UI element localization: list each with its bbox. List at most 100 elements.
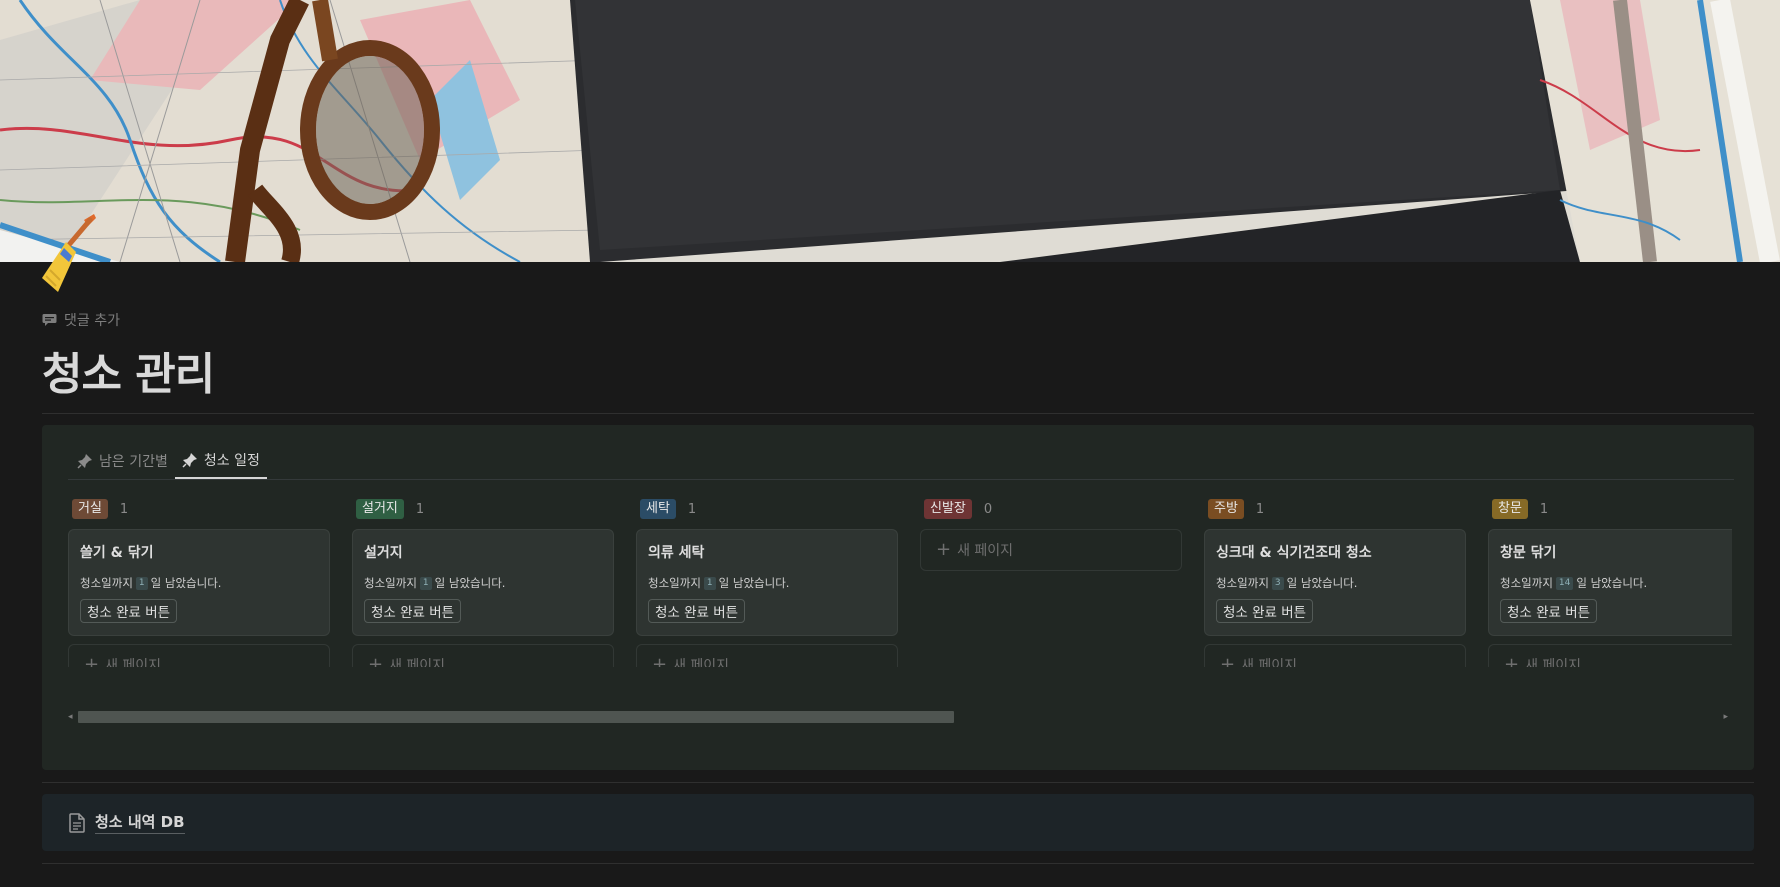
board-view: 남은 기간별 청소 일정 거실 1 쓸기 & 닦기 청소일까지 1 일 남았습니… [42, 425, 1754, 770]
tab-label: 청소 일정 [203, 453, 260, 469]
column-count: 1 [1255, 501, 1265, 517]
add-comment-label: 댓글 추가 [64, 313, 120, 329]
column-tag: 세탁 [640, 499, 676, 519]
plus-icon: + [368, 654, 384, 668]
complete-cleaning-button[interactable]: 청소 완료 버튼 [364, 599, 462, 623]
new-page-label: 새 페이지 [957, 543, 1014, 559]
tab-label: 남은 기간별 [99, 454, 168, 470]
comment-icon [42, 314, 57, 326]
desc-prefix: 청소일까지 [1500, 576, 1553, 590]
scrollbar-thumb[interactable] [78, 711, 954, 723]
new-page-button[interactable]: + 새 페이지 [636, 644, 898, 667]
scroll-left-arrow-icon[interactable]: ◂ [68, 710, 73, 724]
days-badge: 3 [1271, 576, 1284, 590]
linked-database[interactable]: 청소 내역 DB [42, 794, 1754, 851]
card-description: 청소일까지 1 일 남았습니다. [364, 575, 602, 591]
new-page-label: 새 페이지 [1241, 658, 1298, 667]
card-title: 설거지 [364, 545, 403, 561]
column-count: 1 [687, 501, 697, 517]
tab-cleaning-schedule[interactable]: 청소 일정 [174, 451, 267, 479]
desc-suffix: 일 남았습니다. [718, 576, 790, 590]
desc-suffix: 일 남았습니다. [434, 576, 506, 590]
board-column-shoe-cabinet: 신발장 0 + 새 페이지 [920, 497, 1182, 571]
document-icon [69, 812, 85, 833]
column-tag: 주방 [1208, 499, 1244, 519]
pin-icon [182, 453, 197, 468]
new-page-button[interactable]: + 새 페이지 [352, 644, 614, 667]
board-column-windows: 창문 1 창문 닦기 청소일까지 14 일 남았습니다. 청소 완료 버튼 + … [1488, 497, 1732, 667]
card-description: 청소일까지 1 일 남았습니다. [80, 575, 318, 591]
new-page-button[interactable]: + 새 페이지 [1488, 644, 1732, 667]
board-columns: 거실 1 쓸기 & 닦기 청소일까지 1 일 남았습니다. 청소 완료 버튼 +… [68, 497, 1732, 667]
cover-photo [0, 0, 1780, 262]
divider [42, 782, 1754, 783]
column-tag: 창문 [1492, 499, 1528, 519]
column-count: 0 [983, 501, 993, 517]
complete-cleaning-button[interactable]: 청소 완료 버튼 [1216, 599, 1314, 623]
card-description: 청소일까지 14 일 남았습니다. [1500, 575, 1732, 591]
view-tabs: 남은 기간별 청소 일정 [70, 451, 267, 479]
column-count: 1 [119, 501, 129, 517]
divider [42, 413, 1754, 414]
new-page-button[interactable]: + 새 페이지 [68, 644, 330, 667]
desc-prefix: 청소일까지 [1216, 576, 1269, 590]
plus-icon: + [652, 654, 668, 668]
plus-icon: + [1504, 654, 1520, 668]
desc-prefix: 청소일까지 [364, 576, 417, 590]
divider [42, 863, 1754, 864]
new-page-label: 새 페이지 [105, 658, 162, 667]
new-page-button[interactable]: + 새 페이지 [1204, 644, 1466, 667]
column-header[interactable]: 창문 1 [1492, 497, 1732, 521]
card-title: 창문 닦기 [1500, 545, 1557, 561]
new-page-label: 새 페이지 [1525, 658, 1582, 667]
card-title: 의류 세탁 [648, 545, 705, 561]
scroll-right-arrow-icon[interactable]: ▸ [1723, 710, 1728, 724]
card-title: 싱크대 & 식기건조대 청소 [1216, 545, 1372, 561]
plus-icon: + [936, 539, 952, 560]
complete-cleaning-button[interactable]: 청소 완료 버튼 [80, 599, 178, 623]
column-tag: 설거지 [356, 499, 404, 519]
tab-divider [68, 479, 1734, 480]
new-page-label: 새 페이지 [673, 658, 730, 667]
board-card[interactable]: 의류 세탁 청소일까지 1 일 남았습니다. 청소 완료 버튼 [636, 529, 898, 636]
board-column-kitchen: 주방 1 싱크대 & 식기건조대 청소 청소일까지 3 일 남았습니다. 청소 … [1204, 497, 1466, 667]
days-badge: 1 [135, 576, 148, 590]
desc-suffix: 일 남았습니다. [1576, 576, 1648, 590]
column-tag: 거실 [72, 499, 108, 519]
cover-image[interactable] [0, 0, 1780, 262]
card-title: 쓸기 & 닦기 [80, 545, 154, 561]
new-page-label: 새 페이지 [389, 658, 446, 667]
days-badge: 1 [703, 576, 716, 590]
page-title[interactable]: 청소 관리 [42, 338, 215, 402]
board-column-laundry: 세탁 1 의류 세탁 청소일까지 1 일 남았습니다. 청소 완료 버튼 + 새… [636, 497, 898, 667]
horizontal-scrollbar[interactable]: ◂ ▸ [68, 710, 1728, 724]
board-card[interactable]: 쓸기 & 닦기 청소일까지 1 일 남았습니다. 청소 완료 버튼 [68, 529, 330, 636]
column-header[interactable]: 설거지 1 [356, 497, 614, 521]
linked-database-label: 청소 내역 DB [95, 811, 185, 834]
add-comment-button[interactable]: 댓글 추가 [42, 310, 120, 330]
broom-icon[interactable] [38, 212, 98, 300]
complete-cleaning-button[interactable]: 청소 완료 버튼 [1500, 599, 1598, 623]
days-badge: 1 [419, 576, 432, 590]
column-header[interactable]: 신발장 0 [924, 497, 1182, 521]
column-header[interactable]: 세탁 1 [640, 497, 898, 521]
tab-remaining-period[interactable]: 남은 기간별 [70, 451, 175, 479]
board-card[interactable]: 설거지 청소일까지 1 일 남았습니다. 청소 완료 버튼 [352, 529, 614, 636]
board-column-living-room: 거실 1 쓸기 & 닦기 청소일까지 1 일 남았습니다. 청소 완료 버튼 +… [68, 497, 330, 667]
days-badge: 14 [1555, 576, 1574, 590]
board-card[interactable]: 창문 닦기 청소일까지 14 일 남았습니다. 청소 완료 버튼 [1488, 529, 1732, 636]
new-page-button[interactable]: + 새 페이지 [920, 529, 1182, 571]
board-card[interactable]: 싱크대 & 식기건조대 청소 청소일까지 3 일 남았습니다. 청소 완료 버튼 [1204, 529, 1466, 636]
column-header[interactable]: 주방 1 [1208, 497, 1466, 521]
column-count: 1 [1539, 501, 1549, 517]
column-count: 1 [415, 501, 425, 517]
desc-suffix: 일 남았습니다. [150, 576, 222, 590]
plus-icon: + [1220, 654, 1236, 668]
card-description: 청소일까지 1 일 남았습니다. [648, 575, 886, 591]
complete-cleaning-button[interactable]: 청소 완료 버튼 [648, 599, 746, 623]
column-header[interactable]: 거실 1 [72, 497, 330, 521]
column-tag: 신발장 [924, 499, 972, 519]
plus-icon: + [84, 654, 100, 668]
desc-suffix: 일 남았습니다. [1286, 576, 1358, 590]
desc-prefix: 청소일까지 [648, 576, 701, 590]
